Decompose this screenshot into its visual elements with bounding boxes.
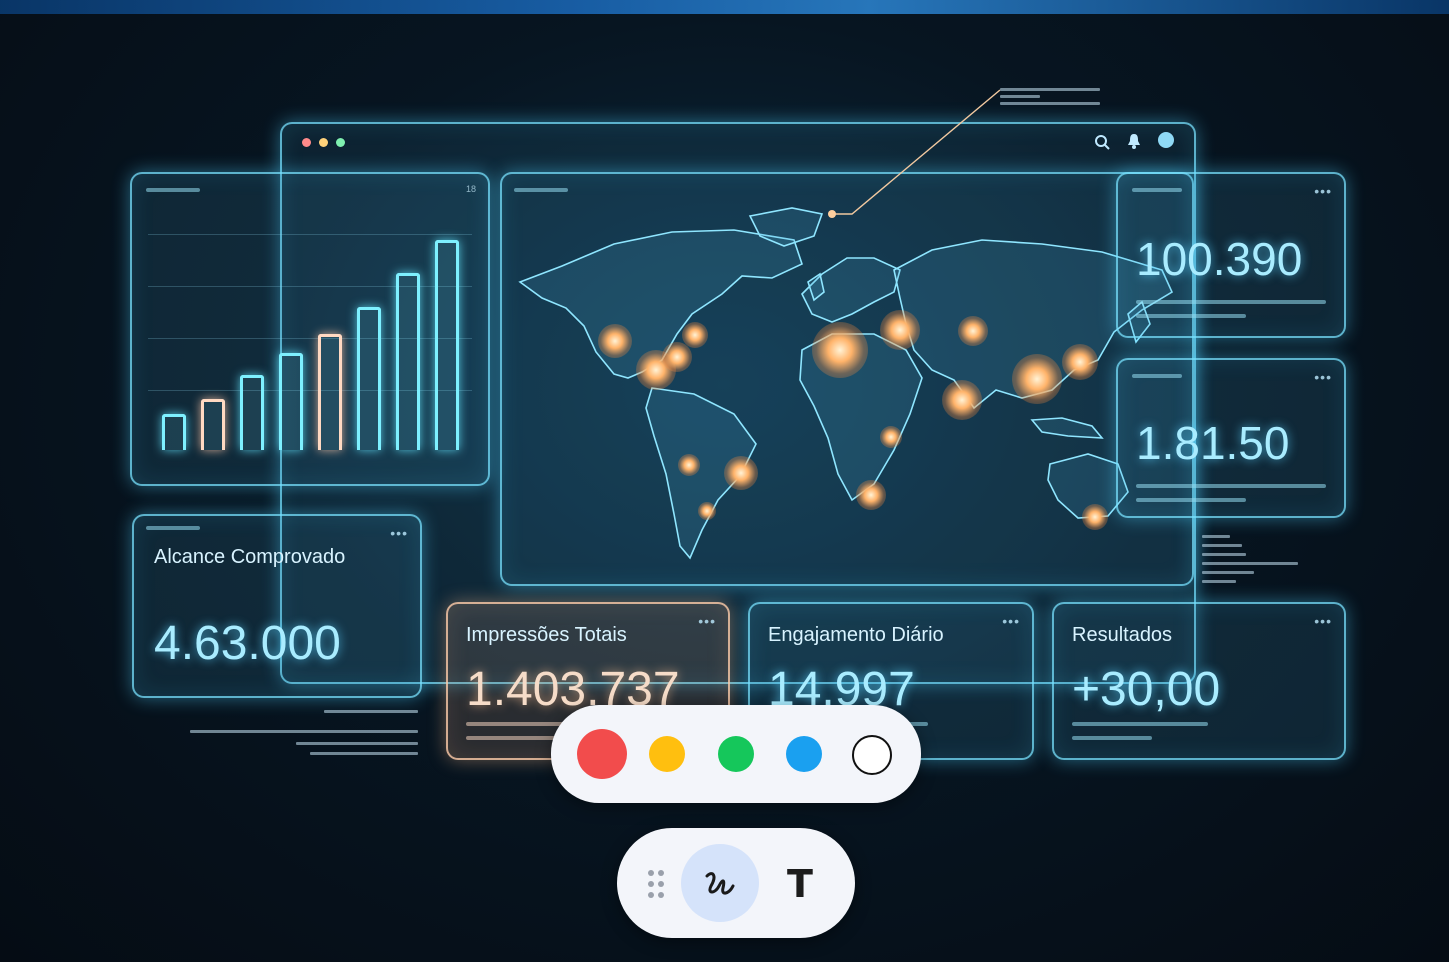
- more-options-icon[interactable]: •••: [1002, 614, 1020, 628]
- more-options-icon[interactable]: •••: [390, 526, 408, 540]
- map-hotspot: [942, 380, 982, 420]
- annotation-text-line: [1000, 95, 1040, 98]
- impressions-title: Impressões Totais: [466, 624, 627, 646]
- side-text-line: [1202, 562, 1298, 565]
- chart-header-placeholder: [146, 188, 200, 192]
- footnote-text-line: [296, 742, 418, 745]
- chart-bar: [201, 399, 225, 450]
- card-progress-line: [1136, 484, 1326, 488]
- top-glow-strip: [0, 0, 1449, 14]
- color-picker-toolbar: [551, 705, 921, 803]
- text-tool-button[interactable]: T: [787, 862, 813, 906]
- map-hotspot: [698, 502, 716, 520]
- bar-chart-panel: 18: [130, 172, 490, 486]
- card-progress-line: [1072, 736, 1152, 740]
- card-progress-line: [1136, 498, 1246, 502]
- window-minimize-dot[interactable]: [319, 138, 328, 147]
- card-progress-line: [1136, 300, 1326, 304]
- map-hotspot: [1012, 354, 1062, 404]
- card-progress-line: [466, 736, 556, 740]
- footnote-text-line: [190, 730, 418, 733]
- annotation-text-line: [1000, 88, 1100, 91]
- map-hotspot: [958, 316, 988, 346]
- map-hotspot: [880, 426, 902, 448]
- chart-bar: [318, 334, 342, 450]
- results-value: +30,00: [1072, 663, 1221, 716]
- color-swatch-white[interactable]: [852, 735, 892, 775]
- map-hotspot: [856, 480, 886, 510]
- annotation-text-line: [1000, 102, 1100, 105]
- card-progress-line: [1136, 314, 1246, 318]
- chart-bar: [357, 307, 381, 450]
- stat-card-right-middle: ••• 1.81.50: [1116, 358, 1346, 518]
- right-middle-value: 1.81.50: [1136, 417, 1290, 469]
- pen-tool-button[interactable]: [681, 844, 759, 922]
- reach-title: Alcance Comprovado: [154, 546, 346, 568]
- side-text-line: [1202, 553, 1246, 556]
- stat-card-right-top: ••• 100.390: [1116, 172, 1346, 338]
- map-hotspot: [880, 310, 920, 350]
- map-hotspot: [724, 456, 758, 490]
- chart-bar: [396, 273, 420, 450]
- results-title: Resultados: [1072, 624, 1173, 646]
- map-hotspot: [598, 324, 632, 358]
- side-text-line: [1202, 535, 1230, 538]
- color-swatch-yellow[interactable]: [649, 736, 685, 772]
- chart-bar: [240, 375, 264, 450]
- drawing-tools-toolbar: T: [617, 828, 855, 938]
- chart-corner-label: 18: [465, 184, 476, 194]
- card-progress-line: [1072, 722, 1208, 726]
- color-swatch-blue[interactable]: [786, 736, 822, 772]
- card-header-placeholder: [1132, 188, 1182, 192]
- annotation-callout-line: [828, 89, 1001, 218]
- avatar[interactable]: [1158, 132, 1174, 148]
- chart-plot-area: [160, 232, 470, 450]
- search-icon[interactable]: [1094, 134, 1110, 150]
- map-hotspot: [1082, 504, 1108, 530]
- side-text-line: [1202, 544, 1242, 547]
- color-swatch-green[interactable]: [718, 736, 754, 772]
- card-header-placeholder: [1132, 374, 1182, 378]
- dashboard-scene: 18 ••• 100.390 ••• 1.81.50 ••• Alcance C…: [0, 0, 1449, 962]
- map-hotspot: [662, 342, 692, 372]
- map-hotspot: [682, 322, 708, 348]
- bell-icon[interactable]: [1127, 133, 1141, 149]
- more-options-icon[interactable]: •••: [698, 614, 716, 628]
- chart-bar: [279, 353, 303, 450]
- map-hotspot: [1062, 344, 1098, 380]
- footnote-text-line: [324, 710, 418, 713]
- side-text-line: [1202, 580, 1236, 583]
- drag-handle-icon[interactable]: [646, 869, 666, 899]
- chart-bar: [162, 414, 186, 450]
- engagement-title: Engajamento Diário: [768, 624, 944, 646]
- stat-card-results: ••• Resultados +30,00: [1052, 602, 1346, 760]
- more-options-icon[interactable]: •••: [1314, 614, 1332, 628]
- more-options-icon[interactable]: •••: [1314, 370, 1332, 384]
- stat-card-reach: ••• Alcance Comprovado 4.63.000: [132, 514, 422, 698]
- map-hotspot: [812, 322, 868, 378]
- more-options-icon[interactable]: •••: [1314, 184, 1332, 198]
- world-map-panel: [500, 172, 1194, 586]
- window-close-dot[interactable]: [302, 138, 311, 147]
- window-maximize-dot[interactable]: [336, 138, 345, 147]
- chart-bar: [435, 240, 459, 450]
- right-top-value: 100.390: [1136, 233, 1303, 285]
- map-hotspot: [678, 454, 700, 476]
- color-swatch-red[interactable]: [577, 729, 627, 779]
- reach-value: 4.63.000: [154, 617, 341, 670]
- side-text-line: [1202, 571, 1254, 574]
- footnote-text-line: [310, 752, 418, 755]
- card-header-placeholder: [146, 526, 200, 530]
- scribble-pen-icon: [705, 872, 735, 895]
